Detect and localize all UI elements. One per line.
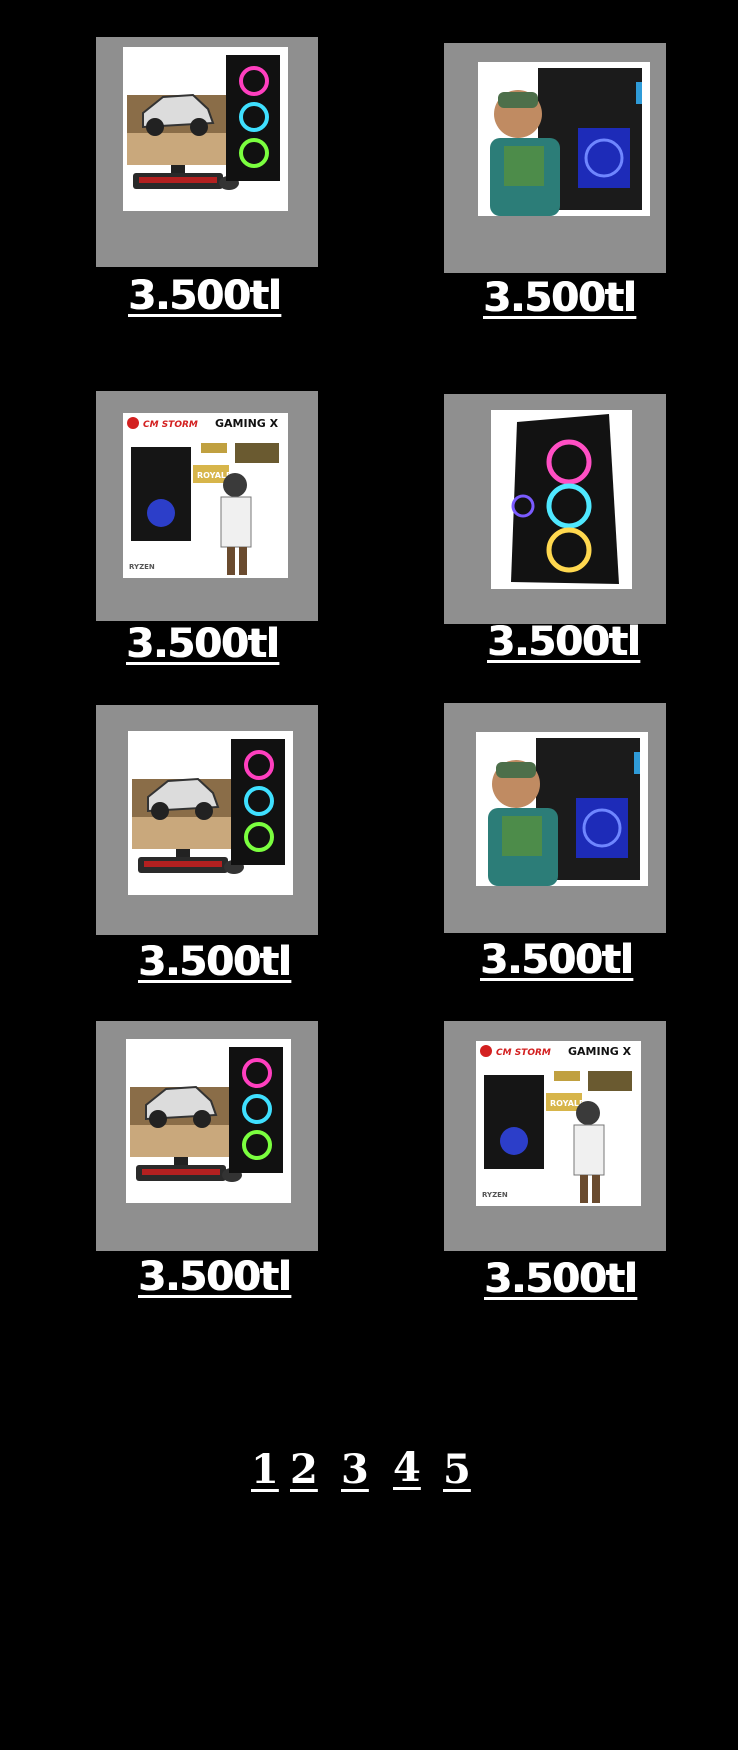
product-card-3[interactable]: CM STORM GAMING X ROYALE RYZEN	[96, 391, 318, 621]
page-link-5[interactable]: 5	[443, 1448, 471, 1492]
product-price-8[interactable]: 3.500tl	[484, 1257, 637, 1301]
product-price-4[interactable]: 3.500tl	[487, 620, 640, 664]
page-link-3[interactable]: 3	[341, 1448, 369, 1492]
poster-cpu: RYZEN	[482, 1191, 508, 1199]
product-card-5[interactable]	[96, 705, 318, 935]
product-card-4[interactable]	[444, 394, 666, 624]
product-image-rgb-tower[interactable]	[491, 410, 632, 589]
poster-title: GAMING X	[568, 1045, 632, 1058]
product-image-rally-pc[interactable]	[123, 47, 288, 211]
product-card-2[interactable]	[444, 43, 666, 273]
poster-brand: CM STORM	[496, 1048, 551, 1058]
product-price-7[interactable]: 3.500tl	[138, 1255, 291, 1299]
rally-pc-illustration	[123, 47, 288, 211]
poster-brand: CM STORM	[143, 420, 198, 430]
product-price-3[interactable]: 3.500tl	[126, 622, 279, 666]
rally-pc-illustration	[128, 731, 293, 895]
product-card-1[interactable]	[96, 37, 318, 267]
product-card-6[interactable]	[444, 703, 666, 933]
product-price-1[interactable]: 3.500tl	[128, 274, 281, 318]
soldier-case-illustration	[478, 62, 650, 216]
page-link-1[interactable]: 1	[251, 1448, 279, 1492]
product-price-6[interactable]: 3.500tl	[480, 938, 633, 982]
product-image-rally-pc[interactable]	[128, 731, 293, 895]
product-image-gaming-x-poster[interactable]: CM STORM GAMING X ROYALE RYZEN	[476, 1041, 641, 1206]
page-link-4[interactable]: 4	[393, 1446, 421, 1490]
rgb-tower-illustration	[491, 410, 632, 589]
product-image-gaming-x-poster[interactable]: CM STORM GAMING X ROYALE RYZEN	[123, 413, 288, 578]
product-image-rally-pc[interactable]	[126, 1039, 291, 1203]
product-card-8[interactable]: CM STORM GAMING X ROYALE RYZEN	[444, 1021, 666, 1251]
cm-storm-logo-icon	[480, 1045, 492, 1057]
product-price-5[interactable]: 3.500tl	[138, 940, 291, 984]
product-image-soldier-case[interactable]	[478, 62, 650, 216]
product-price-2[interactable]: 3.500tl	[483, 276, 636, 320]
poster-title: GAMING X	[215, 417, 279, 430]
cm-storm-logo-icon	[127, 417, 139, 429]
gaming-x-poster-illustration: CM STORM GAMING X ROYALE RYZEN	[476, 1041, 641, 1206]
gaming-x-poster-illustration: CM STORM GAMING X ROYALE RYZEN	[123, 413, 288, 578]
page-link-2[interactable]: 2	[290, 1448, 318, 1492]
poster-cpu: RYZEN	[129, 563, 155, 571]
soldier-case-illustration	[476, 732, 648, 886]
product-card-7[interactable]	[96, 1021, 318, 1251]
product-image-soldier-case[interactable]	[476, 732, 648, 886]
rally-pc-illustration	[126, 1039, 291, 1203]
